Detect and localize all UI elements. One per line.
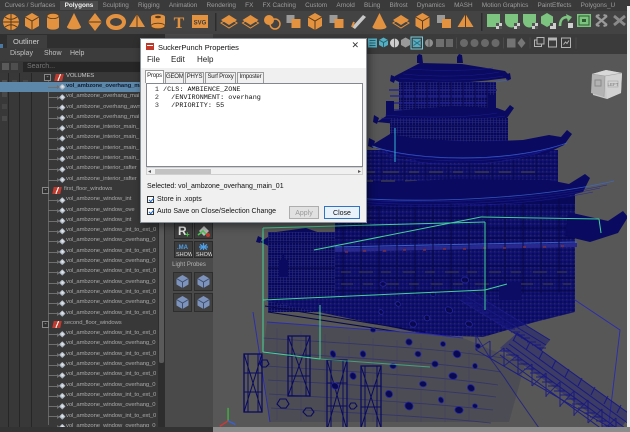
svg-text:SHOW: SHOW [176,252,192,257]
svg-text:LEFT: LEFT [607,82,618,87]
svg-text:+: + [185,230,190,238]
svg-text:SVG: SVG [194,21,207,27]
svg-text:.MA: .MA [177,245,189,251]
svg-text:SHOW: SHOW [196,252,212,257]
svg-text:T: T [174,15,185,32]
